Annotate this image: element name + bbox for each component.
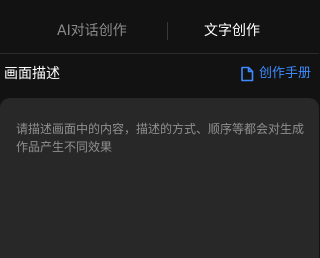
- tab-ai-dialog-creation[interactable]: AI对话创作: [57, 22, 127, 40]
- prompt-textarea[interactable]: 请描述画面中的内容，描述的方式、顺序等都会对生成作品产生不同效果: [0, 98, 319, 258]
- section-title: 画面描述: [4, 66, 60, 82]
- tab-bar: AI对话创作 文字创作: [0, 0, 319, 54]
- document-icon: [240, 66, 254, 82]
- creation-manual-link[interactable]: 创作手册: [240, 64, 311, 84]
- manual-link-label: 创作手册: [259, 66, 312, 81]
- prompt-placeholder: 请描述画面中的内容，描述的方式、顺序等都会对生成作品产生不同效果: [16, 122, 305, 154]
- tab-divider: [167, 22, 168, 40]
- tab-text-creation[interactable]: 文字创作: [204, 22, 260, 40]
